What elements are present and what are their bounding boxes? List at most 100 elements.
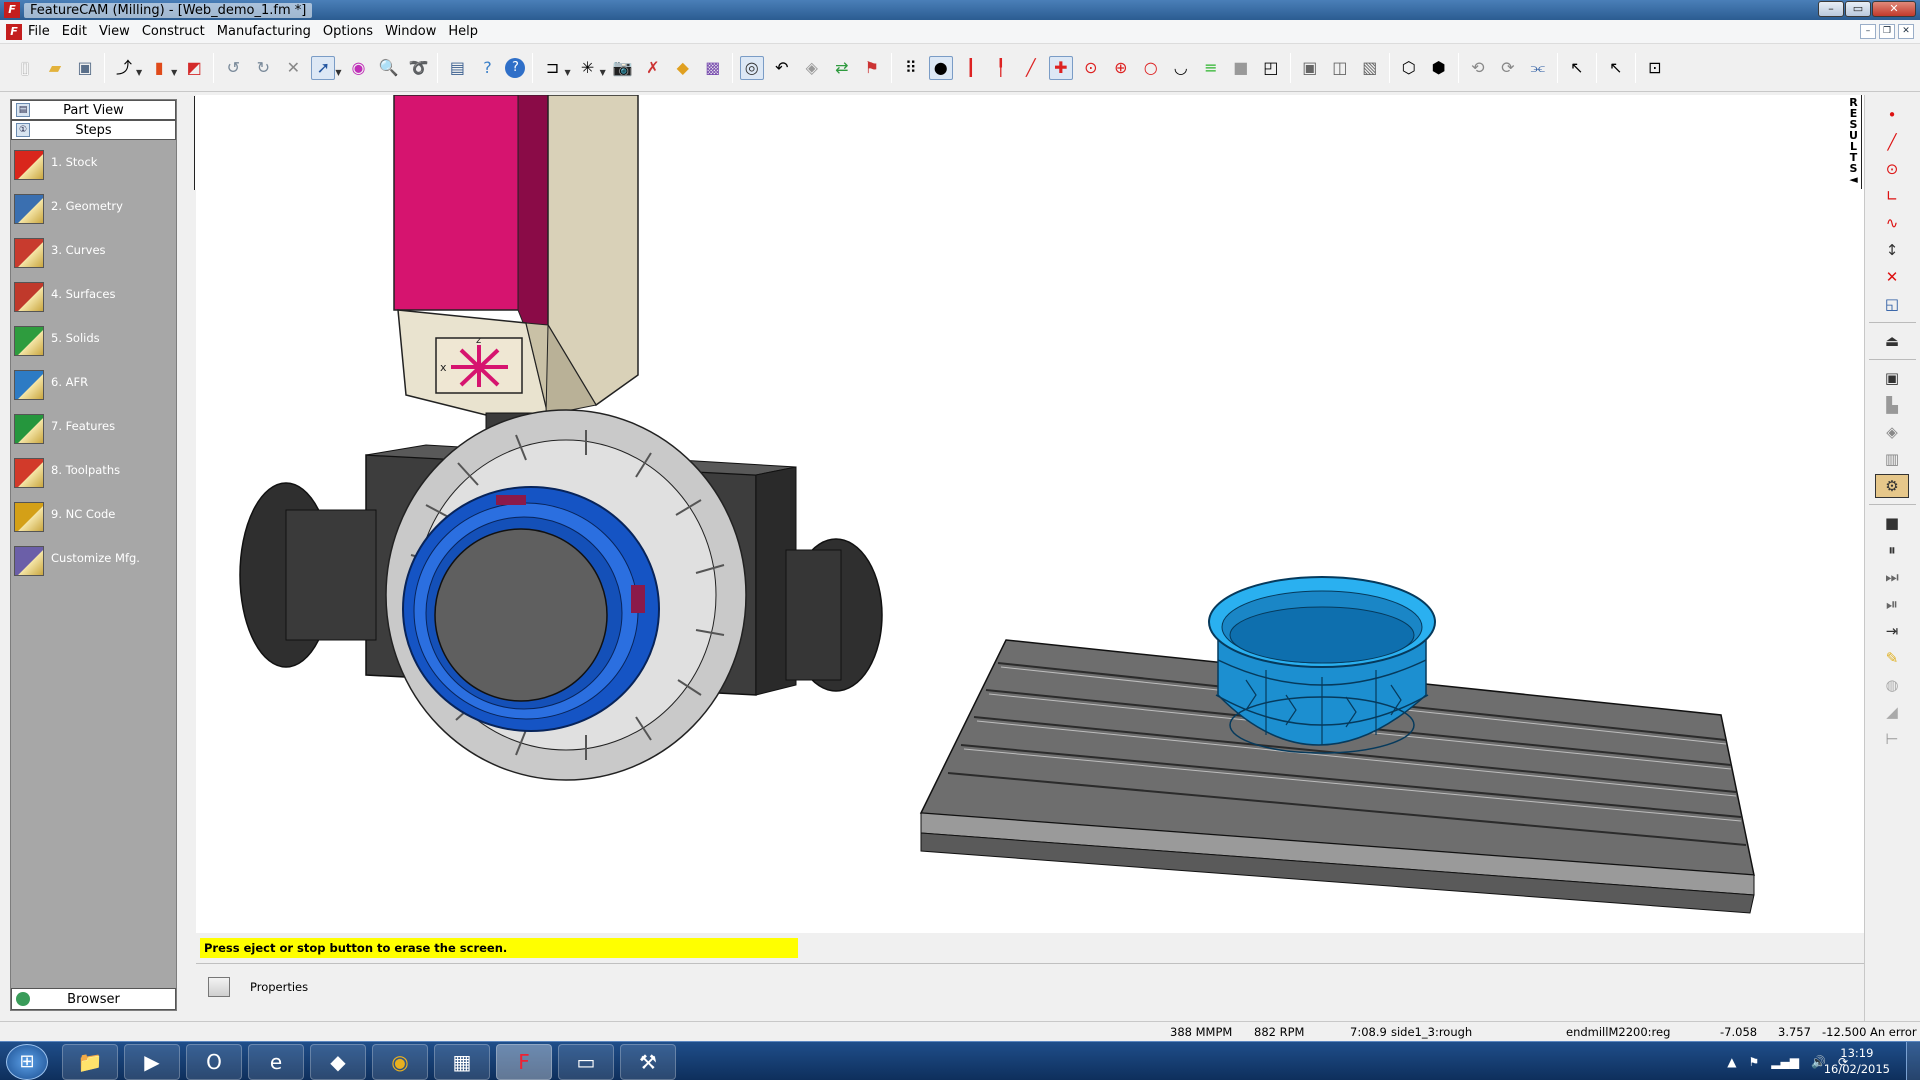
color-icon[interactable]: ▮: [147, 56, 171, 80]
properties-button[interactable]: Properties: [208, 977, 308, 997]
new-file-icon[interactable]: ▯: [13, 56, 37, 80]
box-tool-icon[interactable]: ◱: [1875, 292, 1909, 316]
crosshair-icon[interactable]: ✚: [1048, 55, 1073, 80]
chevron-down-icon[interactable]: ▼: [335, 68, 341, 77]
tool-path-icon[interactable]: ↶: [770, 56, 794, 80]
sim-tool-icon[interactable]: ▥: [1875, 447, 1909, 471]
menu-view[interactable]: View: [99, 24, 130, 39]
chevron-down-icon[interactable]: ▼: [564, 68, 570, 77]
open-folder-icon[interactable]: ▰: [43, 56, 67, 80]
hidden-line-icon[interactable]: ▧: [1358, 56, 1382, 80]
select-pointer-icon[interactable]: ➚: [311, 55, 336, 80]
menu-window[interactable]: Window: [385, 24, 436, 39]
network-icon[interactable]: ▂▄▆: [1771, 1055, 1799, 1069]
taskbar-tool-button[interactable]: ⚒: [620, 1044, 676, 1080]
circle-cross-icon[interactable]: ⊕: [1109, 56, 1133, 80]
tags-icon[interactable]: ◆: [671, 56, 695, 80]
steps-tab[interactable]: ① Steps: [11, 120, 176, 140]
wireframe-view-icon[interactable]: ◫: [1328, 56, 1352, 80]
transfer-icon[interactable]: ⇄: [830, 56, 854, 80]
grid-dots-icon[interactable]: ⠿: [899, 56, 923, 80]
step-item[interactable]: 2. Geometry: [11, 187, 176, 231]
divider-icon[interactable]: ⊢: [1875, 727, 1909, 751]
step-item[interactable]: 7. Features: [11, 407, 176, 451]
slice-icon[interactable]: ◢: [1875, 700, 1909, 724]
save-icon[interactable]: ▣: [73, 56, 97, 80]
taskbar-featurecam-button[interactable]: F: [496, 1044, 552, 1080]
line-point-icon[interactable]: ╿: [989, 56, 1013, 80]
document-icon[interactable]: F: [6, 23, 22, 40]
line-diagonal-icon[interactable]: ╱: [1019, 56, 1043, 80]
doc-minimize-button[interactable]: –: [1860, 24, 1876, 39]
view-settings-icon[interactable]: ◰: [1259, 56, 1283, 80]
step-item[interactable]: 8. Toolpaths: [11, 451, 176, 495]
taskbar-excel-like-button[interactable]: ▦: [434, 1044, 490, 1080]
show-hidden-icons-icon[interactable]: ▲: [1727, 1055, 1736, 1069]
step-item[interactable]: 5. Solids: [11, 319, 176, 363]
minimize-button[interactable]: –: [1818, 1, 1844, 17]
arc-icon[interactable]: ◡: [1169, 56, 1193, 80]
sim-3d-icon[interactable]: ◈: [1875, 420, 1909, 444]
doc-restore-button[interactable]: ❐: [1879, 24, 1895, 39]
fit-view-icon[interactable]: ⊡: [1643, 56, 1667, 80]
step-item[interactable]: 1. Stock: [11, 143, 176, 187]
circle-tool-icon[interactable]: ⊙: [1875, 157, 1909, 181]
menu-construct[interactable]: Construct: [142, 24, 205, 39]
chevron-down-icon[interactable]: ▼: [600, 68, 606, 77]
step-item[interactable]: 9. NC Code: [11, 495, 176, 539]
show-desktop-button[interactable]: [1906, 1042, 1920, 1080]
taskbar-notes-button[interactable]: ▭: [558, 1044, 614, 1080]
chevron-down-icon[interactable]: ▼: [171, 68, 177, 77]
taskbar-explorer-button[interactable]: 📁: [62, 1044, 118, 1080]
menu-file[interactable]: File: [28, 24, 50, 39]
color-wheel-icon[interactable]: ◉: [346, 56, 370, 80]
iso-cube-icon[interactable]: ⬡: [1397, 56, 1421, 80]
line-vertical-icon[interactable]: ┃: [959, 56, 983, 80]
pause-icon[interactable]: ⏸: [1875, 538, 1909, 562]
sim-2d-icon[interactable]: ▙: [1875, 393, 1909, 417]
camera-icon[interactable]: 📷: [611, 56, 635, 80]
wizard-icon[interactable]: ✗: [641, 56, 665, 80]
circle-icon[interactable]: ○: [1139, 56, 1163, 80]
lasso-icon[interactable]: ➰: [406, 56, 430, 80]
circle-center-icon[interactable]: ⊙: [1079, 56, 1103, 80]
arrow-tool-icon[interactable]: ↖: [1565, 56, 1589, 80]
wire-cube-icon[interactable]: ⬢: [1427, 56, 1451, 80]
ucs-axes-icon[interactable]: ⤴: [112, 56, 136, 80]
curve-tool-icon[interactable]: ∿: [1875, 211, 1909, 235]
point-icon[interactable]: ●: [928, 55, 953, 80]
setup-icon[interactable]: ▩: [701, 56, 725, 80]
taskbar-media-button[interactable]: ▶: [124, 1044, 180, 1080]
print-preview-icon[interactable]: ▤: [445, 56, 469, 80]
compare-icon[interactable]: ◍: [1875, 673, 1909, 697]
corner-tool-icon[interactable]: ∟: [1875, 184, 1909, 208]
menu-edit[interactable]: Edit: [62, 24, 87, 39]
layers-icon[interactable]: ≡: [1199, 56, 1223, 80]
menu-options[interactable]: Options: [323, 24, 373, 39]
stop-icon[interactable]: ■: [1875, 511, 1909, 535]
taskbar-chrome-button[interactable]: ◉: [372, 1044, 428, 1080]
step-to-icon[interactable]: ⇥: [1875, 619, 1909, 643]
flag-icon[interactable]: ⚑: [1749, 1055, 1760, 1069]
shaded-view-icon[interactable]: ▣: [1298, 56, 1322, 80]
step-icon[interactable]: ⏯: [1875, 592, 1909, 616]
step-item[interactable]: 6. AFR: [11, 363, 176, 407]
step-item[interactable]: Customize Mfg.: [11, 539, 176, 583]
eject-icon[interactable]: ⏏: [1875, 329, 1909, 353]
part-view-tab[interactable]: ▤ Part View: [11, 100, 176, 120]
doc-close-button[interactable]: ✕: [1898, 24, 1914, 39]
zoom-icon[interactable]: 🔍: [376, 56, 400, 80]
snap-points-icon[interactable]: ✳: [576, 56, 600, 80]
maximize-button[interactable]: ▭: [1845, 1, 1871, 17]
pan-view-icon[interactable]: ⟳: [1496, 56, 1520, 80]
point-tool-icon[interactable]: •: [1875, 103, 1909, 127]
sim-machine-icon[interactable]: ⚙: [1875, 474, 1909, 498]
fast-forward-icon[interactable]: ⏭: [1875, 565, 1909, 589]
arrow-tool-2-icon[interactable]: ↖: [1604, 56, 1628, 80]
sim-center-icon[interactable]: ▣: [1875, 366, 1909, 390]
step-item[interactable]: 3. Curves: [11, 231, 176, 275]
chevron-down-icon[interactable]: ▼: [136, 68, 142, 77]
redo-icon[interactable]: ↻: [251, 56, 275, 80]
delete-icon[interactable]: ✕: [281, 56, 305, 80]
measure-icon[interactable]: ✎: [1875, 646, 1909, 670]
